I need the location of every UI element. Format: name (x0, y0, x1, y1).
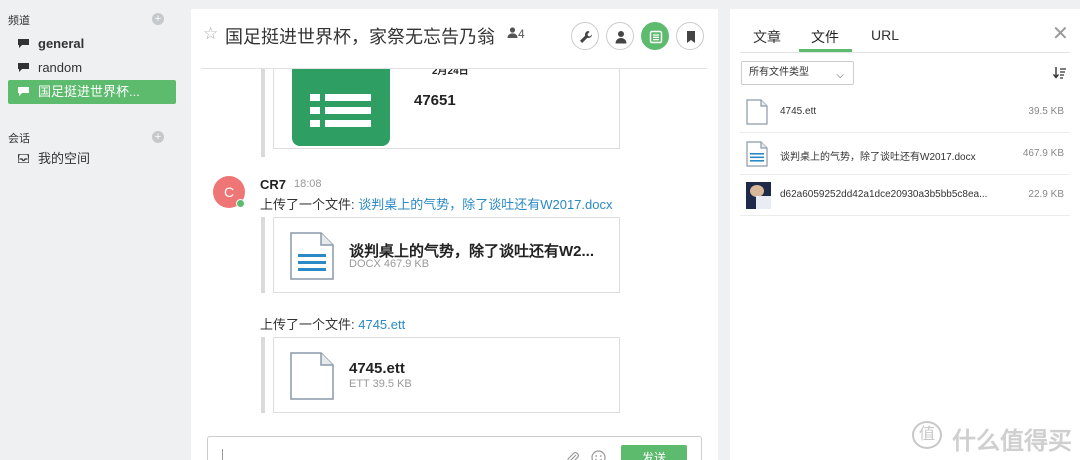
attachment-bar (261, 69, 265, 157)
image-thumbnail (746, 182, 771, 209)
upload-prefix: 上传了一个文件: (260, 317, 359, 332)
sidebar-item-my-space[interactable]: 我的空间 (8, 147, 176, 171)
files-button[interactable] (641, 22, 669, 50)
sidebar-item-label: general (38, 36, 85, 51)
sidebar-item-label: 国足挺进世界杯... (38, 84, 140, 99)
tab-articles[interactable]: 文章 (753, 27, 781, 47)
docx-file-icon (290, 232, 334, 280)
file-list-item[interactable]: 4745.ett 39.5 KB (740, 92, 1070, 133)
close-icon[interactable]: ✕ (1052, 21, 1069, 46)
sidebar-item-general[interactable]: general (8, 32, 176, 56)
spreadsheet-file-icon (292, 69, 390, 146)
file-name: 谈判桌上的气势，除了谈吐还有W2017.docx (780, 152, 976, 163)
text-cursor (222, 449, 223, 460)
online-status-dot (236, 199, 245, 208)
wrench-icon (580, 31, 592, 43)
channels-section-header: 频道 + (8, 12, 168, 28)
file-type-filter[interactable]: 所有文件类型 ⌵ (741, 61, 854, 85)
ett-file-card[interactable]: 4745.ett ETT 39.5 KB (273, 337, 620, 413)
user-icon (507, 27, 518, 38)
conversations-label: 会话 (8, 133, 30, 145)
file-size: 39.5 KB (1028, 106, 1064, 117)
inbox-icon (18, 154, 29, 163)
watermark-logo: 值 什么值得买 (912, 420, 1072, 455)
file-card-meta: ETT 39.5 KB (349, 378, 412, 390)
upload-prefix: 上传了一个文件: (260, 197, 359, 212)
member-count-value: 4 (518, 27, 525, 41)
message-author[interactable]: CR7 (260, 177, 286, 192)
file-link[interactable]: 4745.ett (358, 317, 405, 332)
date-separator: 2月24日 (432, 69, 469, 77)
sidebar-item-active-channel[interactable]: 国足挺进世界杯... (8, 80, 176, 104)
file-list-item[interactable]: 谈判桌上的气势，除了谈吐还有W2017.docx 467.9 KB (740, 134, 1070, 175)
sidebar: 频道 + general random 国足挺进世界杯... 会话 + 我的空间 (0, 0, 185, 460)
message-composer[interactable]: 发送 (207, 436, 702, 460)
chat-bubble-icon (18, 87, 29, 96)
chat-main: ☆ 国足挺进世界杯，家祭无忘告乃翁 4 2月24日 47651 C CR7 18… (191, 9, 718, 460)
file-card-name: 4745.ett (349, 360, 405, 377)
tab-files[interactable]: 文件 (811, 27, 839, 47)
watermark-symbol: 值 (912, 421, 942, 449)
chat-bubble-icon (18, 63, 29, 72)
files-panel: 文章 文件 URL ✕ 所有文件类型 ⌵ 4745.ett 39.5 KB 谈判… (730, 9, 1080, 460)
attachment-bar (261, 337, 265, 413)
file-card-meta: DOCX 467.9 KB (349, 258, 430, 270)
docx-file-card[interactable]: 谈判桌上的气势，除了谈吐还有W2... DOCX 467.9 KB (273, 217, 620, 293)
add-channel-button[interactable]: + (152, 13, 164, 25)
member-count[interactable]: 4 (507, 27, 525, 41)
bookmark-icon (687, 31, 695, 43)
sidebar-item-label: 我的空间 (38, 151, 91, 166)
file-name: d62a6059252dd42a1dce20930a3b5bb5c8ea... (780, 189, 988, 200)
chat-bubble-icon (18, 39, 29, 48)
spreadsheet-file-card[interactable]: 2月24日 47651 (273, 69, 620, 149)
room-header: ☆ 国足挺进世界杯，家祭无忘告乃翁 4 (191, 9, 718, 61)
upload-message-2: 上传了一个文件: 4745.ett (260, 314, 405, 333)
conversations-section-header: 会话 + (8, 130, 168, 146)
generic-file-icon (290, 352, 334, 400)
add-conversation-button[interactable]: + (152, 131, 164, 143)
send-button[interactable]: 发送 (621, 445, 687, 460)
settings-button[interactable] (571, 22, 599, 50)
filter-value: 所有文件类型 (749, 67, 809, 78)
docx-file-icon (746, 141, 768, 167)
sidebar-item-label: random (38, 60, 83, 75)
emoji-icon[interactable] (591, 450, 606, 460)
room-title: 国足挺进世界杯，家祭无忘告乃翁 (225, 27, 495, 48)
file-card-name: 47651 (414, 92, 456, 109)
user-icon (615, 31, 627, 44)
sidebar-item-random[interactable]: random (8, 56, 176, 80)
attachment-bar (261, 217, 265, 293)
bookmark-button[interactable] (676, 22, 704, 50)
tab-url[interactable]: URL (871, 27, 899, 43)
file-list-item[interactable]: d62a6059252dd42a1dce20930a3b5bb5c8ea... … (740, 175, 1070, 216)
chevron-down-icon: ⌵ (836, 70, 844, 81)
paperclip-icon[interactable] (566, 451, 580, 460)
message-list: 2月24日 47651 C CR7 18:08 上传了一个文件: 谈判桌上的气势… (191, 69, 718, 429)
message-time: 18:08 (294, 178, 322, 190)
document-list-icon (649, 30, 663, 44)
tabs-divider (740, 52, 1070, 53)
members-button[interactable] (606, 22, 634, 50)
favorite-star-icon[interactable]: ☆ (203, 24, 218, 44)
watermark-text: 什么值得买 (952, 428, 1072, 455)
generic-file-icon (746, 99, 768, 125)
sort-icon[interactable] (1053, 67, 1066, 79)
channels-label: 频道 (8, 15, 30, 27)
file-size: 22.9 KB (1028, 189, 1064, 200)
file-name: 4745.ett (780, 106, 817, 117)
file-link[interactable]: 谈判桌上的气势，除了谈吐还有W2017.docx (358, 197, 612, 212)
file-size: 467.9 KB (1022, 148, 1064, 159)
upload-message-1: 上传了一个文件: 谈判桌上的气势，除了谈吐还有W2017.docx (260, 194, 613, 213)
